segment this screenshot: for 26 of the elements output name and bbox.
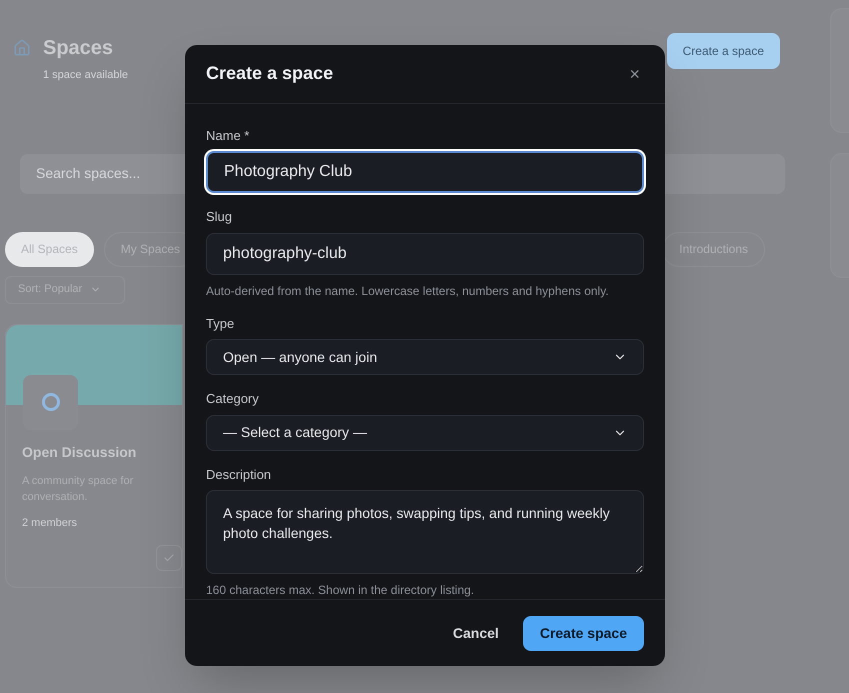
field-label: Type [206,314,236,333]
member-count: 2 members [22,516,78,530]
field-hint: 160 characters max. Shown in the directory listing. [206,582,476,600]
create-space-button[interactable]: Create a space [666,33,780,69]
field-label: Category [206,390,260,408]
check-toggle[interactable] [156,545,182,571]
field-label: Description [206,466,272,484]
cancel-button[interactable]: Cancel [452,622,499,644]
search-placeholder: Search spaces... [36,164,140,183]
textarea-field[interactable]: A space for sharing photos, swapping tips, and running weekly photo challenges. [206,490,644,574]
text-field[interactable]: photography-club [206,232,644,275]
select-field[interactable]: Open — anyone can join [206,339,644,376]
page-title: Spaces [43,36,114,61]
ring-icon [42,393,60,411]
home-icon [13,39,31,57]
field-label: Name * [206,126,250,145]
field-hint: Auto-derived from the name. Lowercase letters, numbers and hyphens only. [206,282,610,300]
text-field[interactable]: Photography Club [206,151,644,194]
page-subtitle: 1 space available [43,68,128,83]
create-space-submit-button[interactable]: Create space [522,616,644,651]
close-button[interactable]: × [625,64,644,83]
field-label: Slug [206,208,234,226]
dialog-title: Create a space [206,62,334,86]
card-title: Open Discussion [22,442,138,462]
check-icon [163,552,175,564]
select-field[interactable]: — Select a category — [206,414,644,451]
